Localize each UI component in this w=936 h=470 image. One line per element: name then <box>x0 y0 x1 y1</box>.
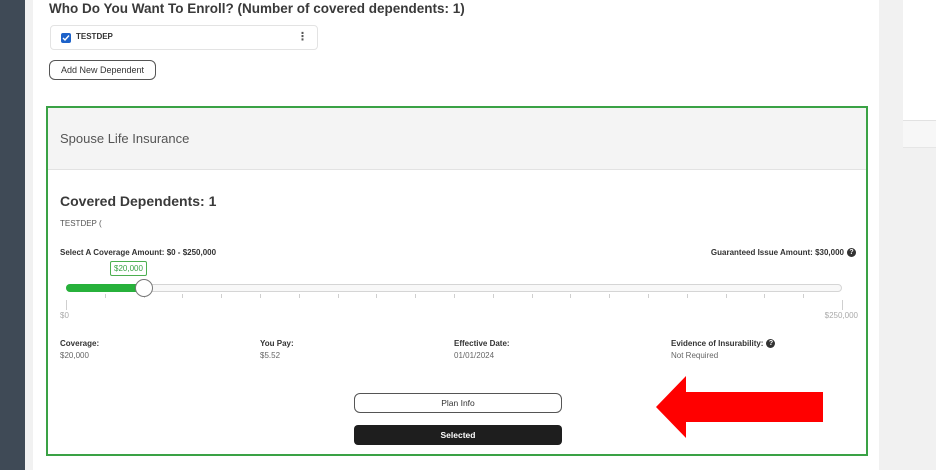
evidence-label: Evidence of Insurability: <box>671 339 764 348</box>
plan-info-button[interactable]: Plan Info <box>354 393 562 413</box>
coverage-slider-track[interactable] <box>66 284 842 292</box>
slider-tick <box>686 294 688 298</box>
covered-dependents-title: Covered Dependents: 1 <box>60 193 217 209</box>
guaranteed-issue-label: Guaranteed Issue Amount: $30,000 <box>710 248 844 257</box>
coverage-info: Coverage: $20,000 <box>60 339 99 360</box>
effective-date-label: Effective Date: <box>454 339 510 348</box>
dependent-name: TESTDEP <box>76 32 113 41</box>
slider-tick <box>570 294 572 298</box>
red-arrow-icon <box>656 376 823 438</box>
you-pay-value: $5.52 <box>260 351 281 360</box>
slider-tick <box>609 294 611 298</box>
right-side-card-footer <box>903 121 936 148</box>
enroll-heading: Who Do You Want To Enroll? (Number of co… <box>49 1 465 16</box>
question-circle-icon[interactable]: ? <box>847 248 856 257</box>
effective-date-value: 01/01/2024 <box>454 351 495 360</box>
coverage-slider-fill <box>66 284 145 292</box>
covered-dependents-names: TESTDEP ( <box>60 219 102 228</box>
slider-tick <box>66 300 67 310</box>
slider-tick <box>298 294 300 298</box>
left-sidebar-rail <box>0 0 25 470</box>
effective-date-info: Effective Date: 01/01/2024 <box>454 339 510 360</box>
you-pay-info: You Pay: $5.52 <box>260 339 294 360</box>
slider-tick <box>803 294 805 298</box>
slider-max-label: $250,000 <box>824 311 858 320</box>
slider-tick <box>376 294 378 298</box>
slider-tick <box>260 294 261 298</box>
checkbox-checked-icon[interactable] <box>61 33 71 43</box>
evidence-label-row: Evidence of Insurability: ? <box>671 339 776 348</box>
slider-value-bubble: $20,000 <box>110 261 147 276</box>
slider-tick <box>182 294 184 298</box>
slider-tick <box>337 294 339 298</box>
evidence-info: Evidence of Insurability: ? Not Required <box>671 339 776 360</box>
slider-tick <box>104 294 106 298</box>
selected-button[interactable]: Selected <box>354 425 562 445</box>
slider-tick <box>725 294 727 298</box>
slider-tick <box>415 294 417 298</box>
slider-tick <box>454 294 455 298</box>
plan-card-header: Spouse Life Insurance <box>48 108 866 170</box>
evidence-value: Not Required <box>671 351 719 360</box>
add-new-dependent-button[interactable]: Add New Dependent <box>49 60 156 80</box>
coverage-label: Coverage: <box>60 339 100 348</box>
right-side-card <box>903 0 936 121</box>
slider-min-label: $0 <box>60 311 69 320</box>
slider-tick <box>764 294 766 298</box>
slider-tick <box>221 294 223 298</box>
kebab-menu-icon[interactable]: ⋮ <box>297 30 308 43</box>
you-pay-label: You Pay: <box>260 339 294 348</box>
coverage-slider-handle[interactable] <box>135 279 154 297</box>
slider-tick <box>842 300 843 310</box>
coverage-value: $20,000 <box>60 351 89 360</box>
slider-tick <box>648 294 649 298</box>
slider-tick <box>492 294 494 298</box>
question-circle-icon[interactable]: ? <box>766 339 776 348</box>
guaranteed-issue: Guaranteed Issue Amount: $30,000 ? <box>711 248 856 257</box>
coverage-amount-label: Select A Coverage Amount: $0 - $250,000 <box>60 248 217 257</box>
slider-tick <box>531 294 533 298</box>
plan-title: Spouse Life Insurance <box>60 131 190 146</box>
dependent-item[interactable]: TESTDEP ⋮ <box>50 25 318 50</box>
